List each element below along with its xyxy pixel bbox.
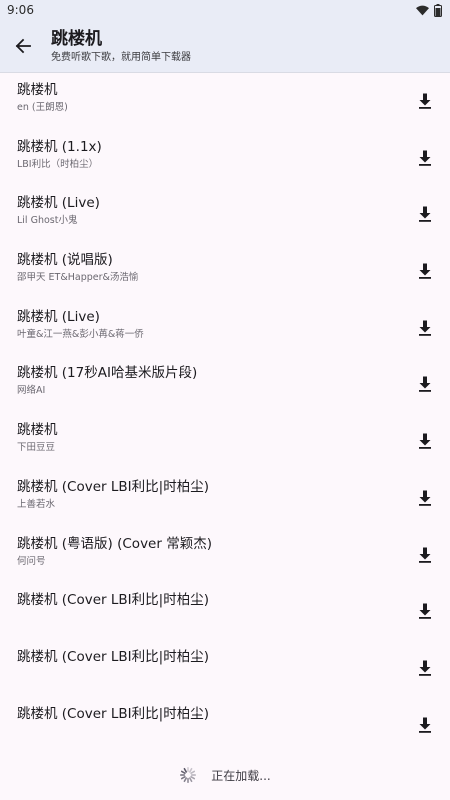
- download-button[interactable]: [412, 201, 438, 227]
- song-artist: 网络AI: [17, 385, 46, 397]
- song-row[interactable]: 跳楼机 (Live) 叶童&江一燕&彭小苒&蒋一侨: [0, 300, 450, 357]
- song-text: 跳楼机 (Live) Lil Ghost小鬼: [17, 194, 390, 227]
- download-button[interactable]: [412, 655, 438, 681]
- song-text: 跳楼机 en (王朗恩): [17, 81, 390, 114]
- song-row[interactable]: 跳楼机 (Cover LBI利比|时柏尘) 上善若水: [0, 470, 450, 527]
- download-button[interactable]: [412, 428, 438, 454]
- song-text: 跳楼机 (说唱版) 邵甲天 ET&Happer&汤浩愉: [17, 251, 390, 284]
- header-titles: 跳楼机 免费听歌下歌，就用简单下载器: [51, 27, 191, 65]
- song-title: 跳楼机 (粤语版) (Cover 常颖杰): [17, 535, 212, 552]
- download-icon: [419, 717, 431, 733]
- song-text: 跳楼机 (Live) 叶童&江一燕&彭小苒&蒋一侨: [17, 308, 390, 341]
- page-title: 跳楼机: [51, 29, 102, 49]
- download-icon: [419, 433, 431, 449]
- song-title: 跳楼机: [17, 422, 58, 439]
- song-row[interactable]: 跳楼机 (粤语版) (Cover 常颖杰) 何问号: [0, 527, 450, 584]
- song-title: 跳楼机 (Cover LBI利比|时柏尘): [17, 478, 209, 495]
- song-text: 跳楼机 (Cover LBI利比|时柏尘): [17, 705, 390, 723]
- song-title: 跳楼机 (说唱版): [17, 252, 113, 269]
- song-title: 跳楼机 (Cover LBI利比|时柏尘): [17, 705, 209, 722]
- song-title: 跳楼机 (1.1x): [17, 138, 102, 155]
- download-icon: [419, 263, 431, 279]
- download-icon: [419, 150, 431, 166]
- download-button[interactable]: [412, 88, 438, 114]
- song-artist: 上善若水: [17, 498, 56, 510]
- wifi-icon: [416, 5, 429, 15]
- download-button[interactable]: [412, 542, 438, 568]
- download-button[interactable]: [412, 598, 438, 624]
- download-icon: [419, 547, 431, 563]
- download-icon: [419, 320, 431, 336]
- song-title: 跳楼机 (Cover LBI利比|时柏尘): [17, 592, 209, 609]
- download-icon: [419, 206, 431, 223]
- song-artist: LBI利比（时柏尘）: [17, 158, 99, 170]
- song-text: 跳楼机 (1.1x) LBI利比（时柏尘）: [17, 138, 390, 171]
- arrow-back-icon: [15, 38, 31, 54]
- song-list: 跳楼机 en (王朗恩) 跳楼机 (1.1x) LBI利比（时柏尘） 跳楼机 (Live…: [0, 73, 450, 753]
- status-icons: [416, 3, 442, 17]
- song-row[interactable]: 跳楼机 (Cover LBI利比|时柏尘): [0, 697, 450, 754]
- song-row[interactable]: 跳楼机 en (王朗恩): [0, 73, 450, 130]
- song-row[interactable]: 跳楼机 (说唱版) 邵甲天 ET&Happer&汤浩愉: [0, 243, 450, 300]
- song-artist: 下田豆豆: [17, 442, 56, 454]
- download-icon: [419, 490, 431, 506]
- song-title: 跳楼机 (Live): [17, 308, 100, 325]
- song-text: 跳楼机 下田豆豆: [17, 421, 390, 454]
- back-button[interactable]: [0, 20, 46, 72]
- loading-spinner-icon: [180, 766, 197, 784]
- song-artist: 邵甲天 ET&Happer&汤浩愉: [17, 272, 139, 284]
- status-bar: 9:06: [0, 0, 450, 20]
- download-button[interactable]: [412, 485, 438, 511]
- song-title: 跳楼机: [17, 82, 58, 98]
- download-button[interactable]: [412, 371, 438, 397]
- loading-text: 正在加载...: [211, 768, 271, 783]
- download-icon: [419, 660, 431, 676]
- song-title: 跳楼机 (Cover LBI利比|时柏尘): [17, 648, 209, 665]
- loading-indicator: 正在加载...: [0, 763, 450, 787]
- song-row[interactable]: 跳楼机 (17秒AI哈基米版片段) 网络AI: [0, 356, 450, 413]
- song-row[interactable]: 跳楼机 (Cover LBI利比|时柏尘): [0, 583, 450, 640]
- song-text: 跳楼机 (Cover LBI利比|时柏尘): [17, 591, 390, 609]
- song-row[interactable]: 跳楼机 下田豆豆: [0, 413, 450, 470]
- download-button[interactable]: [412, 712, 438, 738]
- song-artist: 何问号: [17, 555, 46, 567]
- status-time: 9:06: [7, 3, 34, 17]
- download-icon: [419, 93, 431, 109]
- song-text: 跳楼机 (粤语版) (Cover 常颖杰) 何问号: [17, 535, 390, 568]
- song-row[interactable]: 跳楼机 (Live) Lil Ghost小鬼: [0, 186, 450, 243]
- song-title: 跳楼机 (Live): [17, 195, 100, 212]
- battery-icon: [434, 3, 442, 17]
- song-row[interactable]: 跳楼机 (Cover LBI利比|时柏尘): [0, 640, 450, 697]
- page-subtitle: 免费听歌下歌，就用简单下载器: [51, 52, 191, 63]
- song-text: 跳楼机 (17秒AI哈基米版片段) 网络AI: [17, 364, 390, 397]
- app-bar: 跳楼机 免费听歌下歌，就用简单下载器: [0, 20, 450, 73]
- song-artist: en (王朗恩): [17, 102, 68, 113]
- song-title: 跳楼机 (17秒AI哈基米版片段): [17, 365, 198, 382]
- song-artist: 叶童&江一燕&彭小苒&蒋一侨: [17, 328, 144, 340]
- download-button[interactable]: [412, 315, 438, 341]
- song-artist: Lil Ghost小鬼: [17, 215, 78, 227]
- song-text: 跳楼机 (Cover LBI利比|时柏尘): [17, 648, 390, 666]
- song-row[interactable]: 跳楼机 (1.1x) LBI利比（时柏尘）: [0, 130, 450, 187]
- download-icon: [419, 603, 431, 619]
- download-button[interactable]: [412, 258, 438, 284]
- song-text: 跳楼机 (Cover LBI利比|时柏尘) 上善若水: [17, 478, 390, 511]
- download-button[interactable]: [412, 145, 438, 171]
- download-icon: [419, 376, 431, 393]
